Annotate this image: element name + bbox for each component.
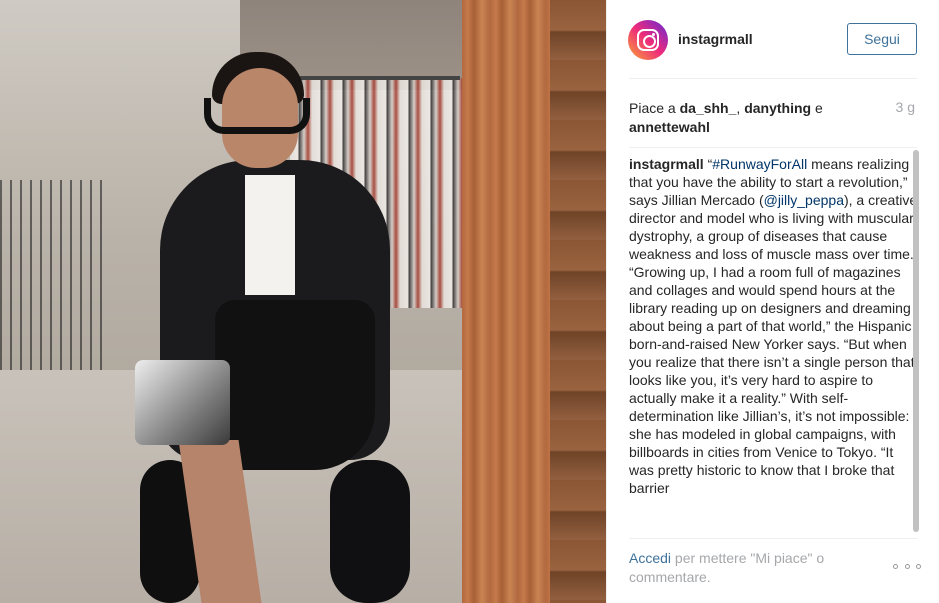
username-link[interactable]: instagrmall	[678, 31, 753, 47]
photo-figure-headphones	[204, 98, 310, 134]
dot	[904, 563, 910, 569]
mention-link[interactable]: @jilly_peppa	[764, 192, 844, 208]
follow-button[interactable]: Segui	[847, 23, 917, 55]
login-prompt: Accedi per mettere "Mi piace" o commenta…	[629, 549, 869, 587]
hashtag-link[interactable]: #RunwayForAll	[712, 156, 807, 172]
dot	[893, 563, 898, 569]
photo-bg-railing	[0, 180, 110, 380]
likes-summary: Piace a da_shh_, danything e annettewahl	[629, 99, 859, 137]
photo-figure-bag	[135, 360, 230, 445]
post-timestamp[interactable]: 3 g	[896, 99, 915, 115]
photo-figure-shirt	[245, 175, 295, 295]
likes-separator: e	[811, 100, 823, 116]
caption-username-link[interactable]: instagrmall	[629, 156, 704, 172]
caption-scroll-area[interactable]: instagrmall “#RunwayForAll means realizi…	[629, 155, 919, 531]
photo-bg-wood-wall	[550, 0, 606, 603]
dot	[916, 563, 921, 569]
caption-quote-open: “	[703, 156, 713, 172]
caption-scrollbar[interactable]	[913, 150, 919, 532]
post-header: instagrmall Segui	[607, 0, 939, 80]
post-side-panel: instagrmall Segui Piace a da_shh_, danyt…	[606, 0, 939, 603]
like-user-link[interactable]: annettewahl	[629, 119, 710, 135]
post-caption: instagrmall “#RunwayForAll means realizi…	[629, 155, 919, 497]
divider	[629, 78, 917, 79]
divider	[629, 538, 917, 539]
avatar[interactable]	[628, 20, 668, 60]
divider	[629, 147, 917, 148]
instagram-post: instagrmall Segui Piace a da_shh_, danyt…	[0, 0, 939, 603]
photo-bg-rail	[300, 76, 460, 80]
ellipsis-icon[interactable]	[893, 559, 921, 573]
like-user-link[interactable]: danything	[744, 100, 811, 116]
photo-wheel-right	[330, 460, 410, 603]
likes-prefix: Piace a	[629, 100, 680, 116]
scrollbar-thumb[interactable]	[913, 150, 919, 532]
caption-text: ), a creative director and model who is …	[629, 192, 918, 496]
login-link[interactable]: Accedi	[629, 550, 671, 566]
like-user-link[interactable]: da_shh_	[680, 100, 737, 116]
photo-bg-wood-pillar	[462, 0, 550, 603]
post-photo[interactable]	[0, 0, 606, 603]
instagram-camera-icon	[637, 29, 659, 51]
